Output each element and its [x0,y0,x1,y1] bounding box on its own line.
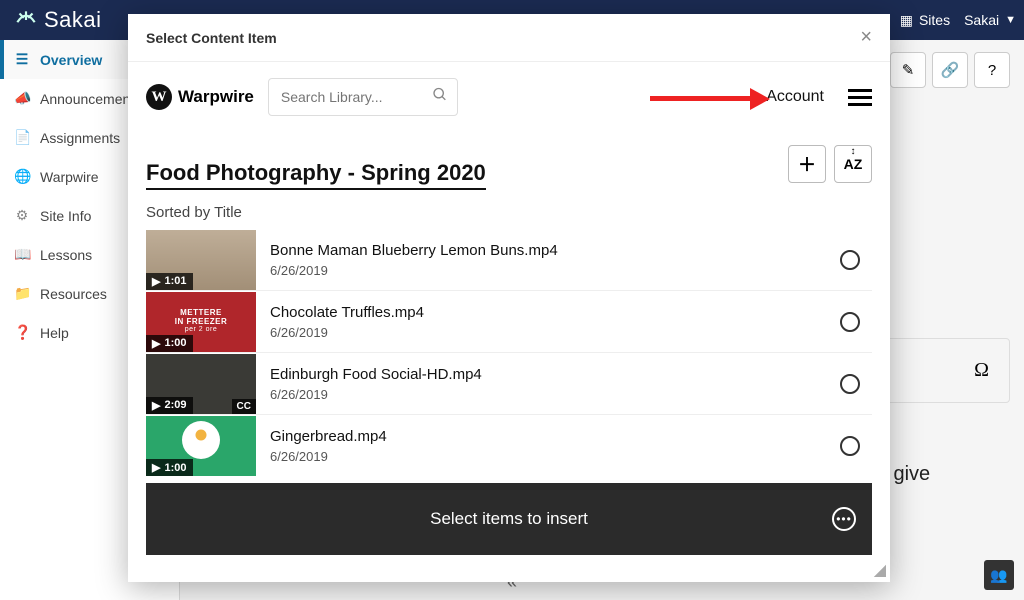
thumbnail: ▶1:00 [146,416,256,476]
help-icon: ❓ [14,324,30,341]
play-icon: ▶ [152,337,160,350]
sites-button[interactable]: ▦ Sites [900,12,950,29]
cc-badge: CC [232,399,256,414]
link-button[interactable]: 🔗 [932,52,968,88]
item-date: 6/26/2019 [270,263,840,278]
folder-icon: 📁 [14,285,30,302]
account-link[interactable]: Account [766,88,824,106]
bullhorn-icon: 📣 [14,90,30,107]
select-radio[interactable] [840,312,860,332]
warpwire-logo[interactable]: W Warpwire [146,84,254,110]
sorted-by-label: Sorted by Title [146,204,872,221]
play-icon: ▶ [152,399,160,412]
modal-title: Select Content Item [146,30,277,46]
sidebar-item-label: Announcements [40,91,141,107]
ellipsis-icon: ••• [836,512,852,526]
item-date: 6/26/2019 [270,325,840,340]
list-item[interactable]: METTERE IN FREEZER per 2 ore ▶1:00 Choco… [146,291,872,353]
play-icon: ▶ [152,461,160,474]
thumbnail: ▶2:09 CC [146,354,256,414]
select-radio[interactable] [840,250,860,270]
plus-icon: ＋ [798,151,816,177]
thumbnail: METTERE IN FREEZER per 2 ore ▶1:00 [146,292,256,352]
chevron-down-icon: ▼ [1005,14,1016,26]
close-button[interactable]: × [860,26,872,49]
item-title: Edinburgh Food Social-HD.mp4 [270,366,840,383]
help-button[interactable]: ? [974,52,1010,88]
sakai-icon [12,6,40,34]
list-item[interactable]: ▶1:00 Gingerbread.mp4 6/26/2019 [146,415,872,477]
close-icon: × [860,26,872,48]
item-date: 6/26/2019 [270,449,840,464]
sidebar-item-label: Resources [40,286,107,302]
link-icon: 🔗 [941,61,960,79]
select-radio[interactable] [840,374,860,394]
item-date: 6/26/2019 [270,387,840,402]
sidebar-item-label: Site Info [40,208,91,224]
add-button[interactable]: ＋ [788,145,826,183]
sidebar-item-label: Lessons [40,247,92,263]
more-button[interactable]: ••• [832,507,856,531]
sakai-wordmark: Sakai [44,7,102,33]
sidebar-item-label: Help [40,325,69,341]
group-floating-button[interactable]: 👥 [984,560,1014,590]
sort-az-icon: ↕ AZ [844,156,863,172]
warpwire-wordmark: Warpwire [178,87,254,107]
grid-icon: ▦ [900,12,913,29]
list-item[interactable]: ▶2:09 CC Edinburgh Food Social-HD.mp4 6/… [146,353,872,415]
library-title[interactable]: Food Photography - Spring 2020 [146,160,486,190]
user-menu-label: Sakai [964,12,999,28]
omega-icon[interactable]: Ω [974,359,989,382]
file-icon: 📄 [14,129,30,146]
sidebar-item-label: Assignments [40,130,120,146]
user-menu[interactable]: Sakai ▼ [964,12,1016,28]
menu-button[interactable] [848,89,872,106]
globe-icon: 🌐 [14,168,30,185]
search-input[interactable] [268,78,458,116]
sites-label: Sites [919,12,950,28]
list-icon: ☰ [14,51,30,68]
play-icon: ▶ [152,275,160,288]
item-title: Chocolate Truffles.mp4 [270,304,840,321]
question-icon: ? [988,62,996,79]
item-title: Bonne Maman Blueberry Lemon Buns.mp4 [270,242,840,259]
gear-icon: ⚙ [14,207,30,224]
media-list: ▶1:01 Bonne Maman Blueberry Lemon Buns.m… [146,229,872,477]
edit-button[interactable]: ✎ [890,52,926,88]
list-item[interactable]: ▶1:01 Bonne Maman Blueberry Lemon Buns.m… [146,229,872,291]
insert-bar: Select items to insert ••• [146,483,872,555]
sort-button[interactable]: ↕ AZ [834,145,872,183]
book-icon: 📖 [14,246,30,263]
resize-handle[interactable]: ◢ [874,560,886,580]
item-title: Gingerbread.mp4 [270,428,840,445]
users-icon: 👥 [990,567,1007,584]
select-radio[interactable] [840,436,860,456]
select-content-modal: Select Content Item × W Warpwire Account [128,14,890,582]
hamburger-icon [848,89,872,92]
sidebar-item-label: Overview [40,52,102,68]
thumbnail: ▶1:01 [146,230,256,290]
sakai-logo[interactable]: Sakai [8,6,102,34]
pencil-icon: ✎ [902,61,915,79]
sidebar-item-label: Warpwire [40,169,99,185]
search-icon[interactable] [432,87,448,108]
warpwire-icon: W [146,84,172,110]
footer-label: Select items to insert [430,509,588,529]
